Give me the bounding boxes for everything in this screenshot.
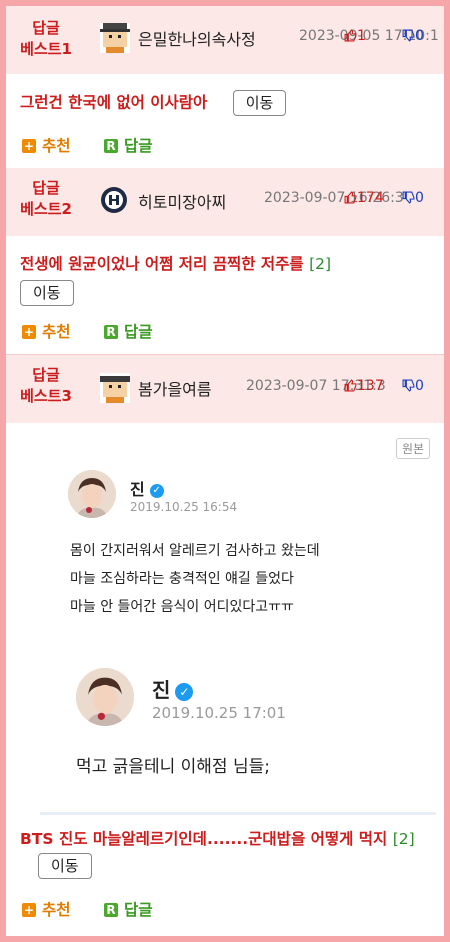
reply-label: 답글 — [124, 901, 153, 919]
image-bottom-edge — [40, 812, 436, 815]
reply-count: [2] — [392, 830, 415, 848]
best-label-line1: 답글 — [32, 366, 60, 384]
downvote-button[interactable]: 0 — [402, 190, 424, 206]
tweet-date: 2019.10.25 17:01 — [152, 704, 286, 722]
upvote-button[interactable]: 137 — [344, 378, 384, 394]
reply-count: [2] — [309, 255, 332, 273]
comment-best-list: 답글 베스트1 은밀한나의속사정 2023-09-05 17:10:1 1 0 … — [6, 6, 444, 936]
plus-icon: + — [22, 325, 36, 339]
downvote-count: 0 — [415, 190, 424, 206]
move-button[interactable]: 이동 — [20, 279, 74, 306]
tweet-author-name: 진 — [152, 678, 171, 702]
profile-avatar — [76, 668, 134, 726]
tweet-line: 마늘 안 들어간 음식이 어디있다고ㅠㅠ — [70, 599, 294, 615]
recommend-label: 추천 — [42, 901, 71, 919]
comment-title[interactable]: 전생에 원균이었나 어쩜 저리 끔찍한 저주를 [2] 이동 — [20, 250, 436, 306]
upvote-count: 174 — [357, 190, 384, 206]
downvote-count: 0 — [415, 378, 424, 394]
circle-logo-icon[interactable] — [100, 186, 128, 214]
tweet-author: 진 ✓ — [130, 476, 164, 500]
move-button[interactable]: 이동 — [232, 90, 287, 116]
nickname[interactable]: 봄가을여름 — [138, 376, 212, 400]
best-comment-header-3: 답글 베스트3 봄가을여름 2023-09-07 17:31:3 137 0 — [6, 355, 444, 423]
tweet-date: 2019.10.25 16:54 — [130, 500, 238, 514]
upvote-count: 1 — [357, 28, 366, 44]
best-label: 답글 베스트1 — [6, 18, 86, 60]
tweet-author: 진 ✓ — [152, 674, 194, 703]
tweet-line: 먹고 긁을테니 이해점 님들; — [76, 757, 270, 777]
person-photo-icon — [76, 668, 134, 726]
tweet-line: 몸이 간지러워서 알레르기 검사하고 왔는데 — [70, 543, 320, 559]
thumbs-down-icon — [402, 191, 415, 204]
plus-icon: + — [22, 139, 36, 153]
tweet-author-name: 진 — [130, 480, 145, 499]
recommend-button[interactable]: + 추천 — [22, 898, 71, 920]
recommend-label: 추천 — [42, 137, 71, 155]
nickname[interactable]: 은밀한나의속사정 — [138, 26, 256, 50]
person-photo-icon — [68, 470, 116, 518]
downvote-button[interactable]: 0 — [402, 28, 424, 44]
best-label-line1: 답글 — [32, 19, 60, 37]
downvote-count: 0 — [415, 28, 424, 44]
thumbs-down-icon — [402, 379, 415, 392]
recommend-button[interactable]: + 추천 — [22, 134, 71, 156]
recommend-button[interactable]: + 추천 — [22, 320, 71, 342]
pixel-character-icon[interactable] — [100, 23, 130, 53]
verified-badge-icon: ✓ — [149, 483, 164, 498]
reply-button[interactable]: R 답글 — [104, 134, 153, 156]
thumbs-up-icon — [344, 29, 357, 42]
thumbs-up-icon — [344, 191, 357, 204]
comment-text[interactable]: 전생에 원균이었나 어쩜 저리 끔찍한 저주를 — [20, 255, 304, 273]
thumbs-down-icon — [402, 29, 415, 42]
nickname[interactable]: 히토미장아찌 — [138, 189, 226, 213]
upvote-button[interactable]: 174 — [344, 190, 384, 206]
upvote-button[interactable]: 1 — [344, 28, 366, 44]
tweet-line: 마늘 조심하라는 충격적인 얘길 들었다 — [70, 571, 294, 587]
best-label: 답글 베스트2 — [6, 178, 86, 220]
reply-label: 답글 — [124, 323, 153, 341]
reply-r-icon: R — [104, 903, 118, 917]
pixel-character-icon[interactable] — [100, 373, 130, 403]
best-label-line2: 베스트3 — [20, 387, 72, 405]
upvote-count: 137 — [357, 378, 384, 394]
original-image-button[interactable]: 원본 — [396, 438, 431, 459]
best-comment-header-2: 답글 베스트2 히토미장아찌 2023-09-07 16:26:3 174 0 — [6, 168, 444, 236]
downvote-button[interactable]: 0 — [402, 378, 424, 394]
comment-text[interactable]: 그런건 한국에 없어 이사람아 — [20, 94, 207, 112]
best-label-line2: 베스트1 — [20, 40, 72, 58]
comment-text[interactable]: BTS 진도 마늘알레르기인데.......군대밥을 어떻게 먹지 — [20, 830, 387, 848]
reply-r-icon: R — [104, 325, 118, 339]
verified-badge-icon: ✓ — [175, 682, 194, 701]
plus-icon: + — [22, 903, 36, 917]
reply-button[interactable]: R 답글 — [104, 898, 153, 920]
best-label-line1: 답글 — [32, 179, 60, 197]
best-label: 답글 베스트3 — [6, 365, 86, 407]
reply-label: 답글 — [124, 137, 153, 155]
thumbs-up-icon — [344, 379, 357, 392]
best-label-line2: 베스트2 — [20, 200, 72, 218]
reply-button[interactable]: R 답글 — [104, 320, 153, 342]
move-button[interactable]: 이동 — [38, 852, 92, 879]
profile-avatar — [68, 470, 116, 518]
comment-title[interactable]: BTS 진도 마늘알레르기인데.......군대밥을 어떻게 먹지 [2] 이동 — [20, 826, 436, 879]
reply-r-icon: R — [104, 139, 118, 153]
recommend-label: 추천 — [42, 323, 71, 341]
best-comment-header-1: 답글 베스트1 은밀한나의속사정 2023-09-05 17:10:1 1 0 — [6, 6, 444, 74]
comment-title[interactable]: 그런건 한국에 없어 이사람아 이동 — [20, 90, 436, 116]
